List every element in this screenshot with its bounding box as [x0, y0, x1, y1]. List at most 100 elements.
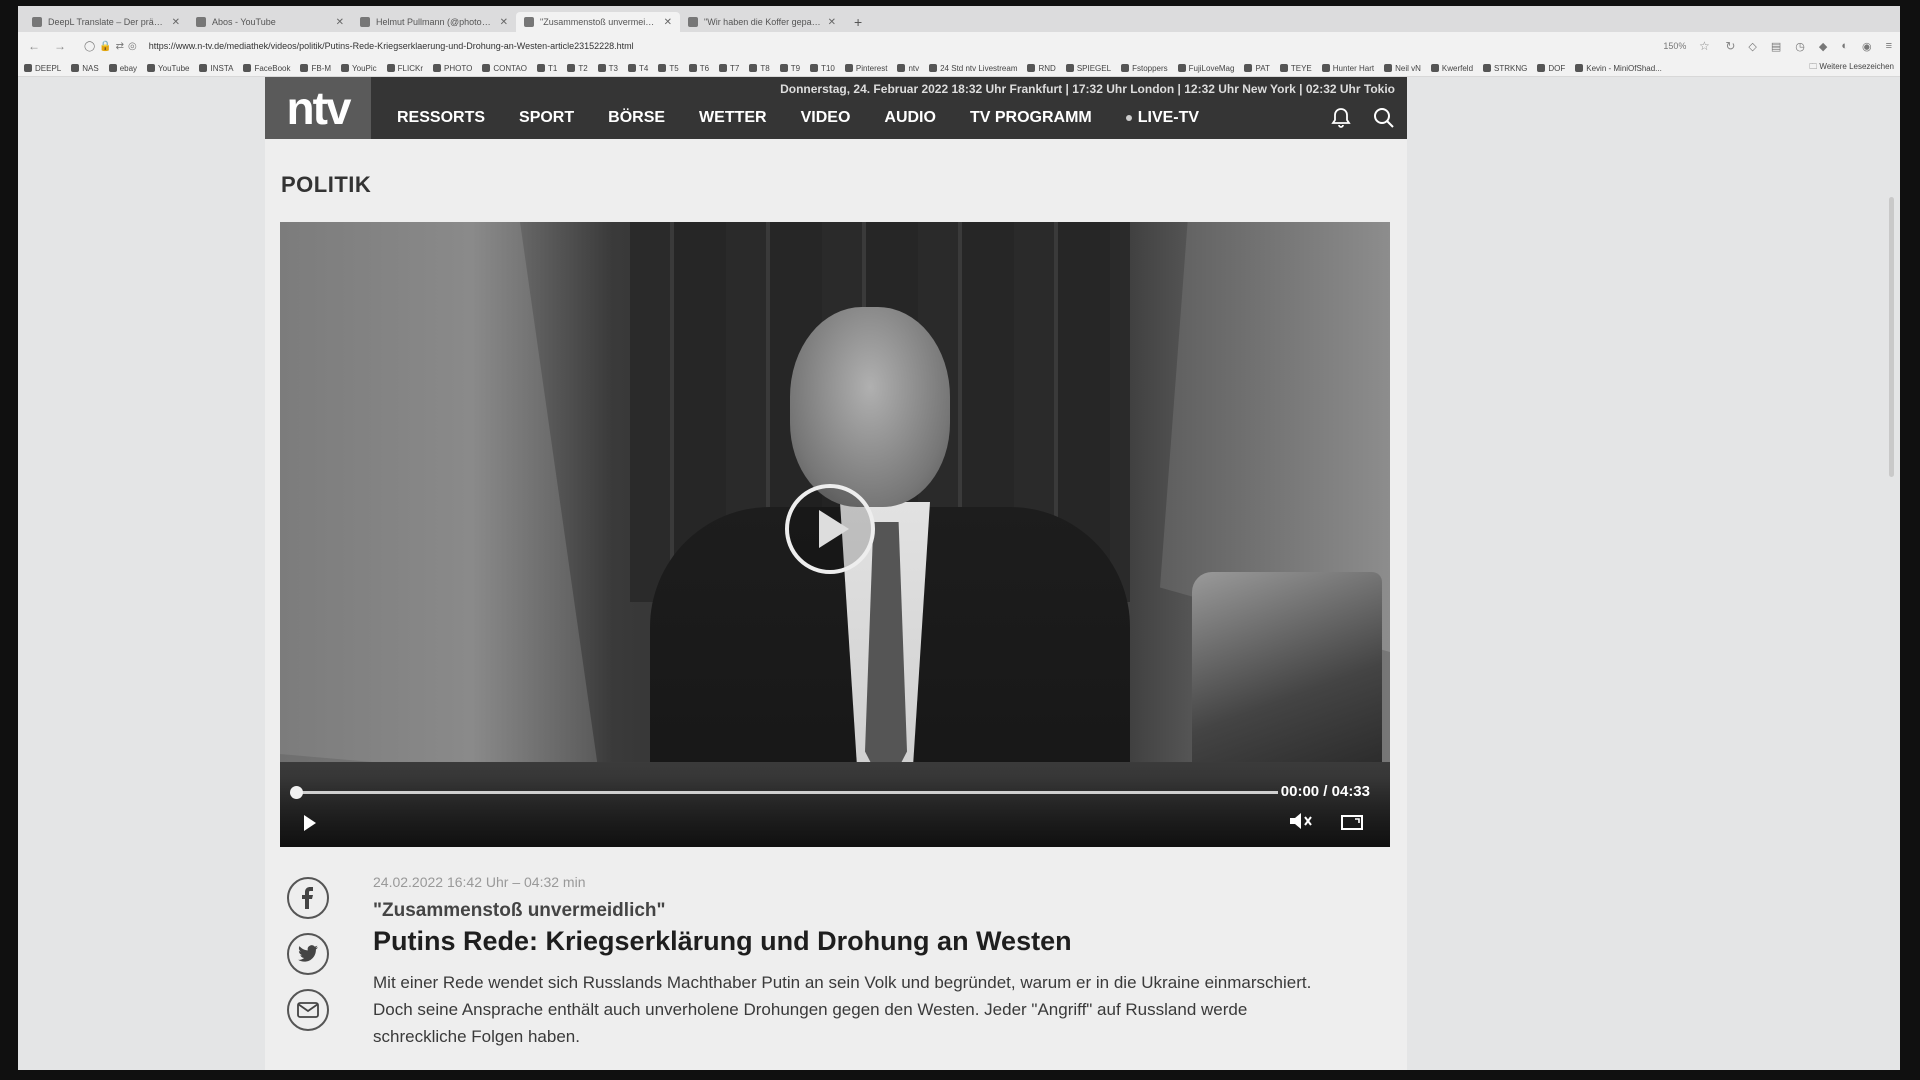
- bookmark-item[interactable]: T4: [628, 64, 648, 73]
- bookmark-label: DOF: [1548, 63, 1566, 73]
- browser-tab-ntv-2[interactable]: "Wir haben die Koffer gepackt" ✕: [680, 12, 844, 32]
- history-icon[interactable]: ◷: [1795, 40, 1805, 53]
- article-headline[interactable]: Putins Rede: Kriegserklärung und Drohung…: [373, 926, 1072, 957]
- close-icon[interactable]: ✕: [500, 17, 508, 28]
- new-tab-button[interactable]: +: [844, 12, 872, 32]
- bookmark-item[interactable]: T9: [779, 64, 800, 73]
- bookmark-item[interactable]: T1: [536, 64, 557, 73]
- bookmark-item[interactable]: T7: [719, 64, 739, 73]
- close-icon[interactable]: ✕: [172, 17, 180, 28]
- bookmark-item[interactable]: T6: [688, 63, 710, 73]
- close-icon[interactable]: ✕: [664, 17, 672, 28]
- nav-item-wetter[interactable]: WETTER: [699, 109, 767, 127]
- bookmark-item[interactable]: YouTube: [147, 64, 189, 73]
- reload-icon[interactable]: ↻: [1722, 39, 1738, 53]
- search-icon[interactable]: [1373, 107, 1395, 129]
- bookmark-label: Neil vN: [1395, 63, 1421, 73]
- back-arrow-icon[interactable]: ←: [26, 39, 42, 53]
- bookmark-item[interactable]: T2: [567, 64, 588, 73]
- ntv-logo[interactable]: ntv: [265, 77, 371, 139]
- menu-icon[interactable]: ≡: [1886, 40, 1892, 53]
- big-play-button[interactable]: [785, 484, 875, 574]
- bell-icon[interactable]: [1331, 107, 1351, 129]
- close-icon[interactable]: ✕: [828, 17, 836, 28]
- bookmark-item[interactable]: T5: [658, 64, 679, 73]
- play-icon[interactable]: [304, 815, 316, 831]
- bookmark-item[interactable]: ebay: [108, 64, 137, 73]
- bookmark-item[interactable]: FujiLoveMag: [1177, 64, 1234, 73]
- bookmark-item[interactable]: CONTAO: [482, 64, 527, 73]
- bookmark-item[interactable]: NAS: [71, 64, 99, 73]
- bookmark-item[interactable]: DEEPL: [24, 64, 61, 73]
- facebook-share-button[interactable]: [287, 877, 329, 919]
- browser-tab-deepl[interactable]: DeepL Translate – Der präziseste ✕: [24, 12, 188, 32]
- main-navigation: RESSORTS SPORT BÖRSE WETTER VIDEO AUDIO …: [397, 109, 1199, 127]
- nav-item-video[interactable]: VIDEO: [801, 109, 851, 127]
- zoom-level[interactable]: 150%: [1663, 41, 1686, 51]
- video-player[interactable]: 00:00 / 04:33: [280, 222, 1390, 847]
- bookmark-item[interactable]: FB-M: [300, 64, 331, 73]
- bookmark-label: T10: [821, 63, 835, 73]
- sidebar-icon[interactable]: ▤: [1771, 40, 1781, 53]
- fullscreen-icon[interactable]: [1340, 813, 1364, 831]
- bookmark-favicon-icon: [1121, 64, 1130, 72]
- pocket-icon[interactable]: ◇: [1748, 40, 1756, 53]
- bookmark-item[interactable]: YouPic: [341, 64, 377, 73]
- bookmark-label: YouPic: [352, 63, 377, 73]
- bookmark-item[interactable]: PHOTO: [433, 64, 472, 73]
- bookmark-item[interactable]: TEYE: [1279, 64, 1312, 73]
- account-icon[interactable]: ◉: [1862, 40, 1872, 53]
- facebook-icon: [302, 887, 313, 909]
- nav-item-boerse[interactable]: BÖRSE: [608, 109, 665, 127]
- close-icon[interactable]: ✕: [336, 17, 344, 28]
- forward-arrow-icon[interactable]: →: [52, 39, 68, 53]
- bookmark-item[interactable]: Pinterest: [844, 64, 887, 73]
- nav-item-sport[interactable]: SPORT: [519, 109, 574, 127]
- progress-bar[interactable]: [290, 786, 1278, 799]
- browser-tab-ntv-active[interactable]: "Zusammenstoß unvermeidlich" ✕: [516, 12, 680, 32]
- nav-item-tv-programm[interactable]: TV PROGRAMM: [970, 109, 1092, 127]
- article-meta: 24.02.2022 16:42 Uhr – 04:32 min: [373, 874, 586, 890]
- bookmark-item[interactable]: FaceBook: [243, 64, 290, 73]
- bookmark-item[interactable]: RND: [1027, 64, 1056, 73]
- progress-knob[interactable]: [290, 786, 303, 799]
- bookmark-item[interactable]: 24 Std ntv Livestream: [929, 64, 1017, 73]
- bookmark-item[interactable]: Kwerfeld: [1430, 63, 1474, 73]
- url-text[interactable]: https://www.n-tv.de/mediathek/videos/pol…: [149, 41, 634, 51]
- bookmark-item[interactable]: STRKNG: [1483, 64, 1527, 73]
- play-icon: [819, 510, 849, 548]
- dark-mode-icon[interactable]: ◐: [1841, 40, 1848, 53]
- bookmarks-more-folder[interactable]: 🗀 Weitere Lesezeichen: [1809, 61, 1894, 75]
- bookmark-item[interactable]: T3: [597, 64, 618, 73]
- article-kicker: "Zusammenstoß unvermeidlich": [373, 900, 666, 921]
- bookmark-item[interactable]: Hunter Hart: [1321, 64, 1374, 73]
- live-dot-icon: [1125, 115, 1132, 121]
- bookmark-item[interactable]: Kevin - MiniOfShad...: [1575, 64, 1662, 73]
- browser-tab-youtube[interactable]: Abos - YouTube ✕: [188, 12, 352, 32]
- star-icon[interactable]: ☆: [1696, 39, 1712, 53]
- bookmark-item[interactable]: PAT: [1244, 64, 1270, 73]
- bookmark-label: Kwerfeld: [1441, 63, 1474, 73]
- url-bar[interactable]: ◯🔒⇄◎ https://www.n-tv.de/mediathek/video…: [78, 36, 1653, 56]
- mail-share-button[interactable]: [287, 989, 329, 1031]
- volume-muted-icon[interactable]: [1288, 811, 1314, 831]
- bookmark-label: T6: [699, 63, 710, 73]
- page-scrollbar[interactable]: [1889, 197, 1894, 477]
- bookmark-item[interactable]: T10: [810, 64, 835, 73]
- bookmark-item[interactable]: INSTA: [199, 64, 233, 73]
- twitter-share-button[interactable]: [287, 933, 329, 975]
- nav-item-audio[interactable]: AUDIO: [884, 109, 936, 127]
- bookmark-item[interactable]: Neil vN: [1384, 64, 1421, 73]
- bookmark-label: CONTAO: [493, 63, 527, 73]
- browser-tab-instagram[interactable]: Helmut Pullmann (@photohp) ✕: [352, 12, 516, 32]
- bookmark-item[interactable]: T8: [749, 64, 770, 73]
- nav-item-ressorts[interactable]: RESSORTS: [397, 109, 485, 127]
- bookmark-item[interactable]: ntv: [897, 64, 919, 73]
- bookmark-item[interactable]: FLICKr: [386, 64, 423, 73]
- bookmark-favicon-icon: [1244, 64, 1253, 72]
- bookmark-item[interactable]: Fstoppers: [1121, 64, 1168, 73]
- nav-item-live-tv[interactable]: LIVE-TV: [1125, 109, 1199, 127]
- bookmark-item[interactable]: SPIEGEL: [1065, 64, 1111, 73]
- bookmark-item[interactable]: DOF: [1537, 64, 1565, 73]
- extension-icon[interactable]: ◆: [1819, 40, 1827, 53]
